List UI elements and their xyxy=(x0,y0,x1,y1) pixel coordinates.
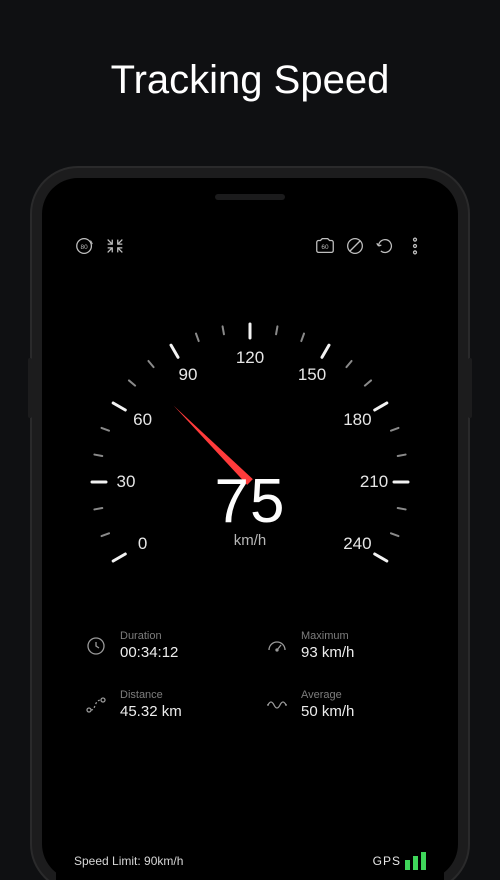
app-screen: 80 60 xyxy=(56,214,444,880)
phone-frame: 80 60 xyxy=(42,178,458,880)
stat-label: Maximum xyxy=(301,630,354,642)
menu-icon[interactable] xyxy=(400,231,430,261)
toolbar: 80 60 xyxy=(56,214,444,260)
tick-label: 150 xyxy=(298,365,326,385)
theme-icon[interactable] xyxy=(340,231,370,261)
stat-value: 00:34:12 xyxy=(120,644,178,661)
camera-icon[interactable]: 60 xyxy=(310,231,340,261)
stat-label: Duration xyxy=(120,630,178,642)
tick-label: 180 xyxy=(343,410,371,430)
stat-duration: Duration 00:34:12 xyxy=(84,630,241,661)
svg-text:80: 80 xyxy=(81,244,89,251)
clock-icon xyxy=(84,634,108,658)
minimize-icon[interactable] xyxy=(100,231,130,261)
stat-value: 50 km/h xyxy=(301,703,354,720)
speed-reading: 75 xyxy=(215,466,286,537)
route-icon xyxy=(84,693,108,717)
stat-label: Distance xyxy=(120,689,182,701)
speedometer-gauge: 75 km/h 0 30 60 90 120 150 180 210 240 xyxy=(56,282,444,622)
tick-label: 210 xyxy=(360,472,388,492)
stat-average: Average 50 km/h xyxy=(265,689,422,720)
stat-maximum: Maximum 93 km/h xyxy=(265,630,422,661)
tick-label: 90 xyxy=(179,365,198,385)
gps-status: GPS xyxy=(373,852,426,870)
stat-label: Average xyxy=(301,689,354,701)
svg-text:60: 60 xyxy=(321,244,329,251)
signal-bars-icon xyxy=(405,852,426,870)
stat-value: 45.32 km xyxy=(120,703,182,720)
tick-label: 30 xyxy=(117,472,136,492)
speed-limit-text: Speed Limit: 90km/h xyxy=(74,854,183,868)
reset-icon[interactable] xyxy=(370,231,400,261)
gauge-icon xyxy=(265,634,289,658)
stats-grid: Duration 00:34:12 Maximum 93 km/h Dist xyxy=(56,622,444,720)
tick-label: 0 xyxy=(138,534,147,554)
speed-unit: km/h xyxy=(234,532,267,549)
footer-bar: Speed Limit: 90km/h GPS xyxy=(56,852,444,870)
tick-label: 120 xyxy=(236,348,264,368)
tick-label: 240 xyxy=(343,534,371,554)
stat-value: 93 km/h xyxy=(301,644,354,661)
wave-icon xyxy=(265,693,289,717)
stat-distance: Distance 45.32 km xyxy=(84,689,241,720)
gps-label: GPS xyxy=(373,854,401,868)
tick-label: 60 xyxy=(133,410,152,430)
speed-limit-icon[interactable]: 80 xyxy=(70,231,100,261)
page-title: Tracking Speed xyxy=(0,0,500,103)
